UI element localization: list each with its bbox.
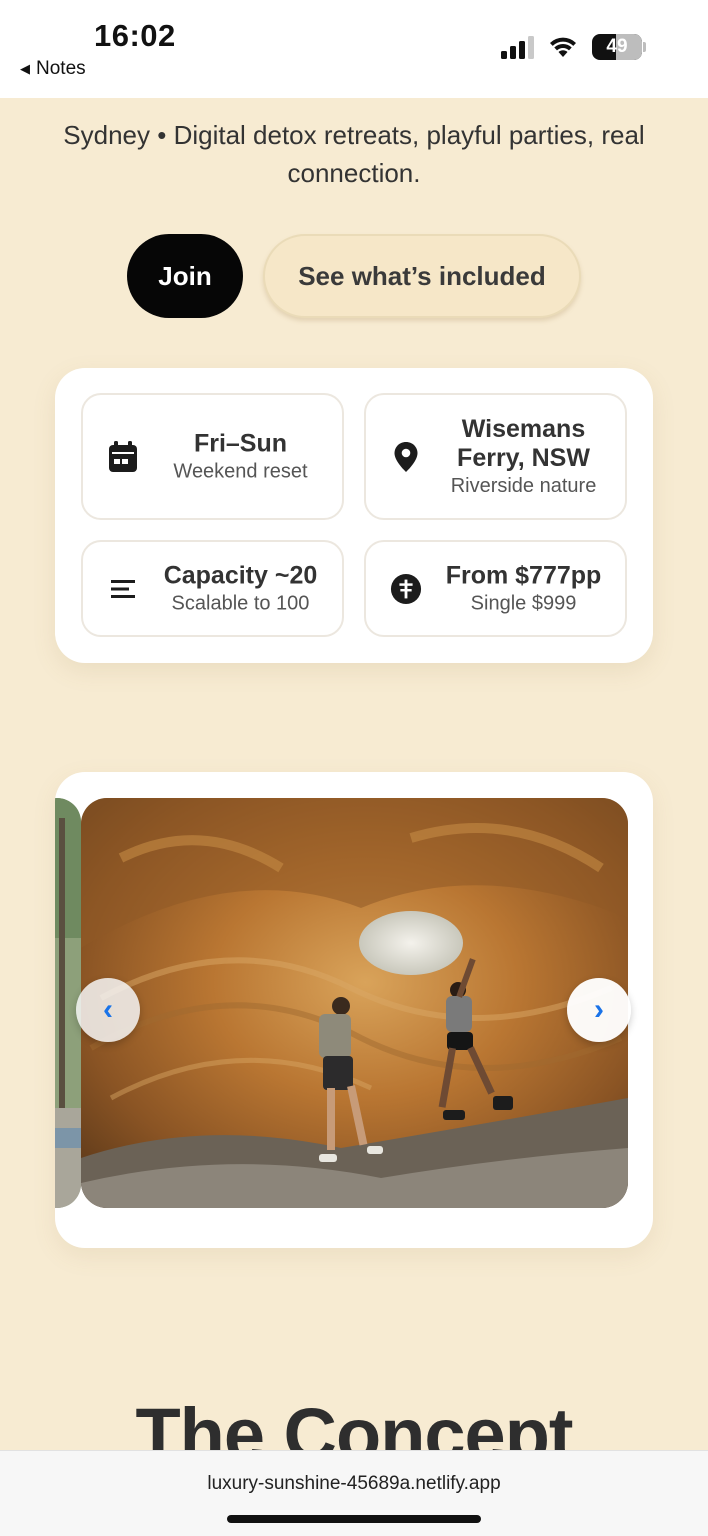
info-title: Wisemans Ferry, NSW — [457, 414, 590, 472]
back-app-label: Notes — [36, 58, 86, 79]
back-to-notes-link[interactable]: ◀ Notes — [20, 58, 86, 80]
status-icons: 49 — [501, 34, 646, 60]
battery-level: 49 — [606, 36, 628, 57]
info-subtitle: Single $999 — [470, 592, 577, 614]
wifi-icon — [550, 37, 576, 57]
carousel-prev-button[interactable]: ‹ — [76, 978, 140, 1042]
hero-tagline: Sydney • Digital detox retreats, playful… — [63, 120, 645, 188]
event-info-card: Fri–Sun Weekend reset Wisemans Ferry, NS… — [55, 368, 653, 663]
cellular-signal-icon — [501, 35, 534, 59]
join-button[interactable]: Join — [127, 234, 243, 318]
info-subtitle: Riverside nature — [450, 474, 597, 497]
info-subtitle: Weekend reset — [173, 460, 308, 482]
carousel-photo-rock-cave — [81, 798, 628, 1208]
info-tile-location: Wisemans Ferry, NSW Riverside nature — [364, 393, 627, 520]
info-title: Fri–Sun — [193, 429, 288, 457]
info-tile-capacity: Capacity ~20 Scalable to 100 — [81, 540, 344, 637]
info-tile-dates: Fri–Sun Weekend reset — [81, 393, 344, 520]
price-tag-icon — [390, 573, 422, 605]
location-pin-icon — [390, 441, 422, 473]
url-text[interactable]: luxury-sunshine-45689a.netlify.app — [0, 1473, 708, 1495]
info-title: From $777pp — [445, 561, 602, 589]
capacity-lines-icon — [107, 573, 139, 605]
status-bar: 16:02 ◀ Notes 49 — [0, 0, 708, 98]
battery-icon: 49 — [592, 34, 642, 60]
photo-carousel — [55, 772, 653, 1248]
back-triangle-icon: ◀ — [20, 61, 30, 76]
calendar-icon — [107, 440, 139, 473]
info-tile-price: From $777pp Single $999 — [364, 540, 627, 637]
info-title: Capacity ~20 — [163, 561, 318, 589]
carousel-next-button[interactable]: › — [567, 978, 631, 1042]
home-indicator[interactable] — [227, 1515, 481, 1523]
status-time: 16:02 — [94, 18, 176, 53]
info-subtitle: Scalable to 100 — [171, 592, 310, 614]
browser-url-bar[interactable]: luxury-sunshine-45689a.netlify.app — [0, 1450, 708, 1536]
see-whats-included-button[interactable]: See what’s included — [263, 234, 581, 318]
